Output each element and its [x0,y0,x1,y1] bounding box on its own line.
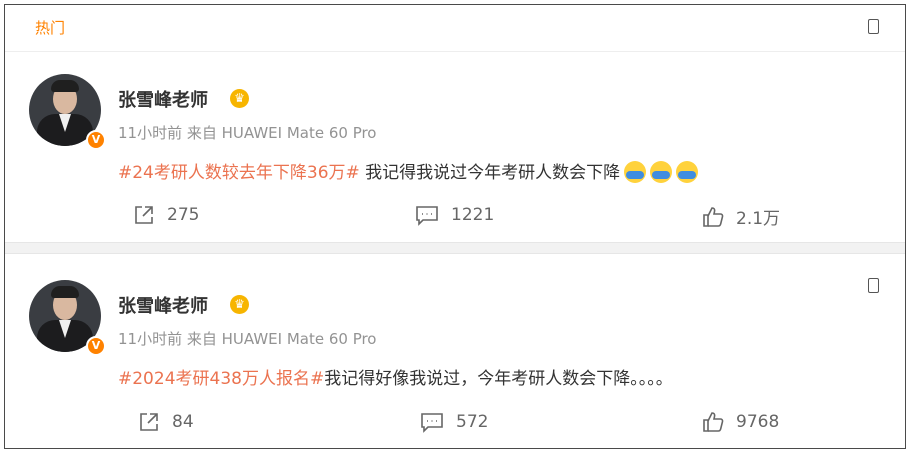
thumbs-up-icon [703,206,724,227]
like-count: 9768 [736,412,780,432]
comment-icon [416,206,438,226]
post-card: V 张雪峰老师 ♛ 11小时前 来自 HUAWEI Mate 60 Pro #2… [5,254,905,448]
post-meta: 11小时前 来自 HUAWEI Mate 60 Pro [118,330,377,348]
topic-link[interactable]: #2024考研438万人报名# [118,369,324,389]
post-content: #2024考研438万人报名#我记得好像我说过，今年考研人数会下降。。。。 [118,364,673,389]
repost-count: 275 [167,205,200,225]
post-meta: 11小时前 来自 HUAWEI Mate 60 Pro [118,124,377,142]
like-count: 2.1万 [736,209,781,229]
repost-count: 84 [172,412,194,432]
comment-count: 1221 [451,205,495,225]
repost-button[interactable]: 84 [138,411,194,433]
post-text: 我记得我说过今年考研人数会下降 [359,163,621,183]
post-divider [5,242,905,254]
comment-icon [421,413,443,433]
like-button[interactable]: 9768 [702,411,779,433]
repost-icon [140,413,158,431]
post-content: #24考研人数较去年下降36万# 我记得我说过今年考研人数会下降 [118,158,699,183]
section-header: 热门 [5,5,905,52]
verified-badge-icon: V [86,130,106,150]
vip-crown-icon: ♛ [230,89,249,108]
post-card: V 张雪峰老师 ♛ 11小时前 来自 HUAWEI Mate 60 Pro #2… [5,52,905,242]
verified-badge-icon: V [86,336,106,356]
thumbs-up-icon [703,412,724,432]
more-menu-icon[interactable] [868,19,879,34]
section-title: 热门 [35,19,66,37]
repost-icon [135,206,153,224]
vip-crown-icon: ♛ [230,295,249,314]
repost-button[interactable]: 275 [133,204,199,226]
like-button[interactable]: 2.1万 [702,204,780,229]
more-menu-icon[interactable] [868,278,879,293]
grin-sweat-emoji-icon [676,161,699,183]
grin-sweat-emoji-icon [624,161,647,183]
comment-button[interactable]: 1221 [415,204,494,226]
comment-button[interactable]: 572 [420,411,488,433]
post-text: 我记得好像我说过，今年考研人数会下降。。。。 [324,369,673,389]
grin-sweat-emoji-icon [650,161,673,183]
topic-link[interactable]: #24考研人数较去年下降36万# [118,163,360,183]
comment-count: 572 [456,412,489,432]
feed-panel: 热门 V 张雪峰老师 ♛ 11小时前 来自 HUAWEI Mate 60 Pro… [4,4,906,449]
username[interactable]: 张雪峰老师 [118,292,208,318]
username[interactable]: 张雪峰老师 [118,86,208,112]
